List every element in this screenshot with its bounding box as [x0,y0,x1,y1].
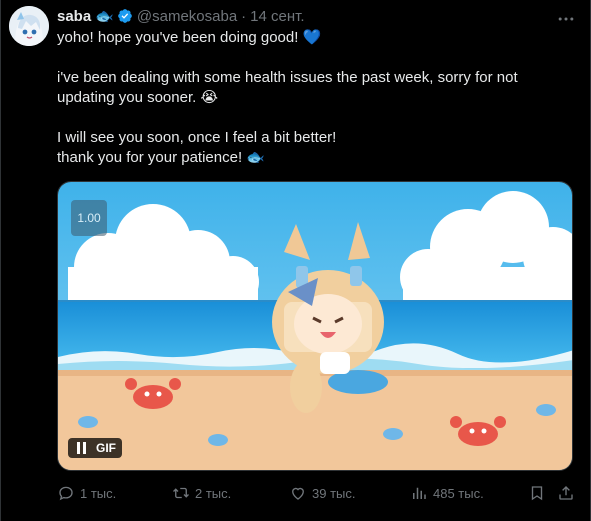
post-line: i've been dealing with some health issue… [57,69,518,106]
repost-icon [173,487,189,499]
post-line: thank you for your patience! 🐟 [57,149,265,166]
post-date[interactable]: 14 сент. [250,8,304,25]
repost-count: 2 тыс. [195,485,232,501]
view-count: 485 тыс. [433,485,484,501]
playback-speed-badge[interactable]: 1.00 [71,200,107,236]
gif-label: GIF [96,441,116,455]
gif-controls: GIF [68,438,122,458]
pause-icon[interactable] [74,441,90,455]
repost-button[interactable]: 2 тыс. [172,484,231,502]
post-line: I will see you soon, once I feel a bit b… [57,129,337,146]
gif-media[interactable]: 1.00 GIF [57,181,573,471]
reply-count: 1 тыс. [80,485,117,501]
post-text: yoho! hope you've been doing good! 💙 i'v… [57,28,572,168]
more-options-icon[interactable] [556,9,576,29]
share-button[interactable] [557,484,580,502]
avatar[interactable] [9,6,49,46]
like-button[interactable]: 39 тыс. [289,484,355,502]
bookmark-icon [531,486,543,501]
author-name[interactable]: saba [57,8,91,25]
post[interactable]: saba 🐟 @samekosaba · 14 сент. yoho! hope… [0,0,591,521]
like-count: 39 тыс. [312,485,356,501]
post-line: yoho! hope you've been doing good! 💙 [57,29,322,46]
share-icon [559,486,573,500]
action-bar: 1 тыс. 2 тыс. 39 тыс. 485 тыс. [57,484,577,504]
bookmark-button[interactable] [528,484,551,502]
heart-icon [292,487,304,500]
reply-button[interactable]: 1 тыс. [57,484,116,502]
fish-emoji: 🐟 [95,8,114,25]
separator: · [241,7,247,25]
verified-badge-icon [118,9,132,23]
views-icon [413,487,426,499]
post-header: saba 🐟 @samekosaba · 14 сент. [57,7,305,26]
gif-image [58,182,572,470]
author-handle[interactable]: @samekosaba [137,8,237,25]
views-button[interactable]: 485 тыс. [410,484,484,502]
reply-icon [59,486,73,501]
